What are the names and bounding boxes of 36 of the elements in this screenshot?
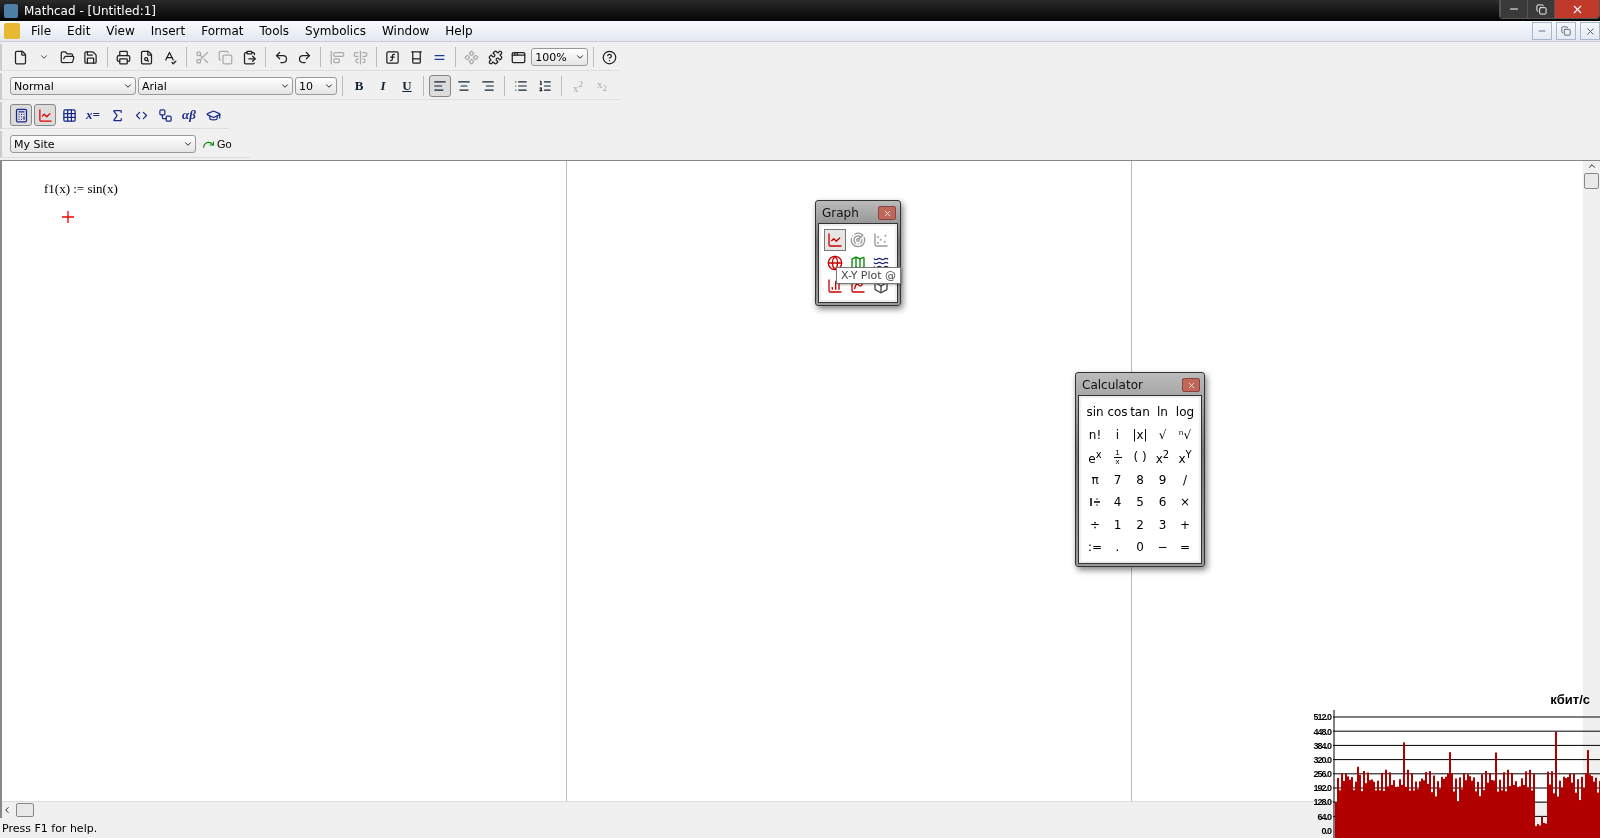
- axis-tick-label: 0.0: [1320, 824, 1333, 838]
- axis-tick-label: 320.0: [1312, 753, 1333, 767]
- menu-item[interactable]: Help: [438, 24, 480, 38]
- font-size-dropdown[interactable]: 10: [295, 77, 337, 95]
- palette-title: Graph: [822, 206, 859, 220]
- bold-button[interactable]: B: [348, 75, 370, 97]
- menu-item[interactable]: Insert: [143, 24, 193, 38]
- axis-tick-label: 256.0: [1312, 768, 1333, 782]
- status-text: Press F1 for help.: [2, 821, 98, 835]
- greek-toolbar-button[interactable]: αβ: [178, 104, 200, 126]
- menu-item[interactable]: Edit: [60, 24, 98, 38]
- window-title: Mathcad - [Untitled:1]: [24, 3, 157, 18]
- axis-tick-label: 64.0: [1316, 810, 1333, 824]
- zoom-dropdown[interactable]: 100%: [531, 48, 588, 66]
- tooltip: X-Y Plot @: [836, 267, 902, 284]
- axis-tick-label: 128.0: [1312, 796, 1333, 810]
- palette-title: Calculator: [1082, 378, 1143, 392]
- math-expression: f1(x) := sin(x): [44, 181, 118, 197]
- unit-label: кбит/с: [1550, 692, 1590, 708]
- italic-button[interactable]: I: [372, 75, 394, 97]
- axis-tick-label: 384.0: [1312, 739, 1333, 753]
- evaluation-toolbar-button[interactable]: x=: [82, 104, 104, 126]
- go-button[interactable]: Go: [198, 133, 236, 155]
- axis-tick-label: 448.0: [1312, 725, 1333, 739]
- axis-tick-label: 192.0: [1312, 782, 1333, 796]
- menu-item[interactable]: Tools: [252, 24, 297, 38]
- font-dropdown[interactable]: Arial: [138, 77, 293, 95]
- address-dropdown[interactable]: My Site: [10, 135, 196, 153]
- menu-item[interactable]: Format: [194, 24, 251, 38]
- axis-tick-label: 512.0: [1312, 711, 1333, 725]
- menu-item[interactable]: Window: [375, 24, 437, 38]
- menu-item[interactable]: Symbolics: [298, 24, 373, 38]
- style-dropdown[interactable]: Normal: [10, 77, 136, 95]
- underline-button[interactable]: U: [396, 75, 418, 97]
- menu-item[interactable]: View: [99, 24, 142, 38]
- menu-item[interactable]: File: [24, 24, 59, 38]
